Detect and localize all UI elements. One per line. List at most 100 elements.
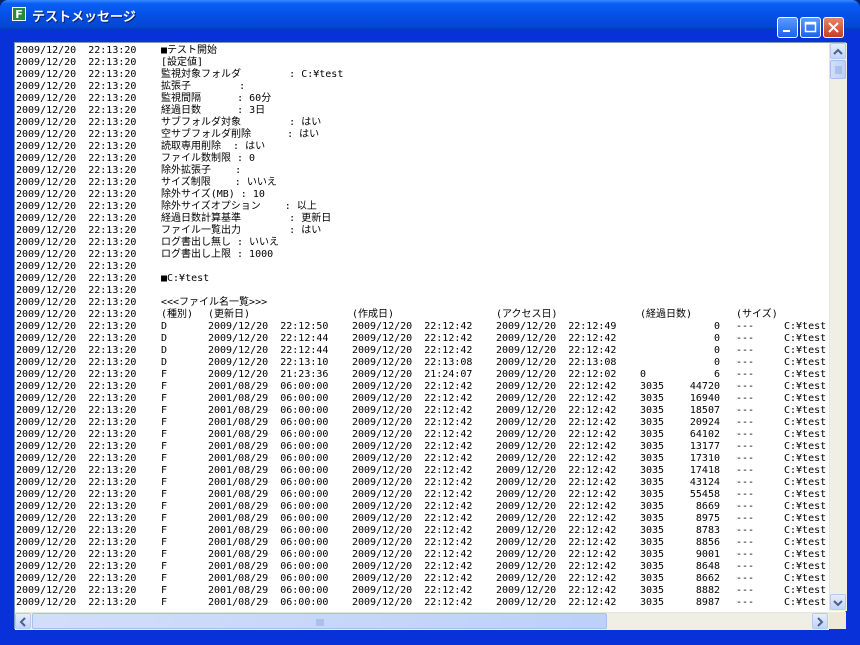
close-button[interactable] [823,17,844,38]
file-size: --- [736,597,755,608]
log-timestamp: 2009/12/20 22:13:20 [16,537,137,548]
file-path: C:¥test [784,573,827,584]
file-accessed: 2009/12/20 22:12:42 [496,465,617,476]
file-size: --- [736,429,755,440]
file-created: 2009/12/20 22:12:42 [352,345,473,356]
file-created: 2009/12/20 22:12:42 [352,441,473,452]
log-timestamp: 2009/12/20 22:13:20 [16,93,137,104]
file-elapsed-days: 3035 [640,525,665,536]
scroll-down-button[interactable] [830,594,846,610]
file-path: C:¥test [784,333,827,344]
log-timestamp: 2009/12/20 22:13:20 [16,477,137,488]
scrollbar-corner [829,612,846,629]
file-type: F [161,513,168,524]
file-size: --- [736,549,755,560]
log-timestamp: 2009/12/20 22:13:20 [16,285,137,296]
column-header-accessed: (アクセス日) [496,309,558,320]
log-timestamp: 2009/12/20 22:13:20 [16,381,137,392]
arrow-right-icon [817,617,824,627]
file-accessed: 2009/12/20 22:12:42 [496,525,617,536]
file-created: 2009/12/20 22:12:42 [352,429,473,440]
file-created: 2009/12/20 22:12:42 [352,453,473,464]
log-timestamp: 2009/12/20 22:13:20 [16,549,137,560]
maximize-button[interactable] [800,17,821,38]
file-type: F [161,381,168,392]
file-created: 2009/12/20 22:12:42 [352,477,473,488]
column-header-elapsed: (経過日数) [640,309,693,320]
file-size: --- [736,561,755,572]
file-type: F [161,489,168,500]
file-created: 2009/12/20 22:12:42 [352,381,473,392]
log-timestamp: 2009/12/20 22:13:20 [16,189,137,200]
file-updated: 2009/12/20 21:23:36 [208,369,329,380]
file-created: 2009/12/20 22:12:42 [352,417,473,428]
log-message: サブフォルダ対象 : はい [161,117,322,128]
file-type: F [161,429,168,440]
file-path: C:¥test [784,429,827,440]
file-elapsed-value: 8648 [695,561,720,572]
horizontal-scroll-thumb[interactable] [32,613,607,629]
file-created: 2009/12/20 22:12:42 [352,501,473,512]
file-elapsed-value: 20924 [689,417,720,428]
file-type: F [161,585,168,596]
log-message: ファイル数制限 : 0 [161,153,256,164]
close-icon [828,22,839,33]
log-timestamp: 2009/12/20 22:13:20 [16,453,137,464]
file-size: --- [736,393,755,404]
log-timestamp: 2009/12/20 22:13:20 [16,501,137,512]
file-type: D [161,357,168,368]
file-updated: 2001/08/29 06:00:00 [208,417,329,428]
file-path: C:¥test [784,417,827,428]
file-elapsed-value: 8669 [695,501,720,512]
log-timestamp: 2009/12/20 22:13:20 [16,225,137,236]
file-accessed: 2009/12/20 22:12:42 [496,501,617,512]
grip-icon [835,66,842,74]
file-created: 2009/12/20 22:12:42 [352,465,473,476]
log-timestamp: 2009/12/20 22:13:20 [16,105,137,116]
column-header-created: (作成日) [352,309,395,320]
file-elapsed-value: 0 [713,321,720,332]
app-icon[interactable]: F [12,7,26,21]
file-updated: 2001/08/29 06:00:00 [208,393,329,404]
file-size: --- [736,333,755,344]
file-updated: 2009/12/20 22:12:44 [208,333,329,344]
log-text-area[interactable]: 2009/12/20 22:13:20 ■テスト開始 2009/12/20 22:1… [15,43,828,611]
scroll-left-button[interactable] [15,613,31,629]
log-message: 経過日数計算基準 : 更新日 [161,213,332,224]
file-accessed: 2009/12/20 22:12:42 [496,573,617,584]
log-timestamp: 2009/12/20 22:13:20 [16,81,137,92]
log-timestamp: 2009/12/20 22:13:20 [16,357,137,368]
file-path: C:¥test [784,441,827,452]
file-elapsed-value: 55458 [689,489,720,500]
scroll-up-button[interactable] [830,43,846,59]
file-path: C:¥test [784,453,827,464]
vertical-scrollbar[interactable] [829,43,847,611]
log-message: 空サブフォルダ削除 : はい [161,129,320,140]
log-timestamp: 2009/12/20 22:13:20 [16,321,137,332]
file-size: --- [736,417,755,428]
file-accessed: 2009/12/20 22:12:42 [496,381,617,392]
file-elapsed-value: 0 [713,357,720,368]
log-message: 除外拡張子 : [161,165,242,176]
file-updated: 2001/08/29 06:00:00 [208,405,329,416]
file-elapsed-value: 8662 [695,573,720,584]
file-accessed: 2009/12/20 22:12:42 [496,537,617,548]
file-accessed: 2009/12/20 22:12:02 [496,369,617,380]
file-path: C:¥test [784,549,827,560]
minimize-button[interactable] [777,17,798,38]
scroll-right-button[interactable] [812,613,828,629]
log-timestamp: 2009/12/20 22:13:20 [16,573,137,584]
log-message: 拡張子 : [161,81,246,92]
file-created: 2009/12/20 22:12:42 [352,525,473,536]
file-updated: 2009/12/20 22:12:44 [208,345,329,356]
file-size: --- [736,345,755,356]
horizontal-scrollbar[interactable] [15,612,829,630]
file-updated: 2001/08/29 06:00:00 [208,429,329,440]
log-message: 読取専用削除 : はい [161,141,266,152]
file-updated: 2001/08/29 06:00:00 [208,489,329,500]
file-size: --- [736,537,755,548]
title-bar[interactable]: F テストメッセージ [0,0,860,38]
vertical-scroll-thumb[interactable] [830,60,846,79]
file-type: F [161,525,168,536]
file-path: C:¥test [784,357,827,368]
